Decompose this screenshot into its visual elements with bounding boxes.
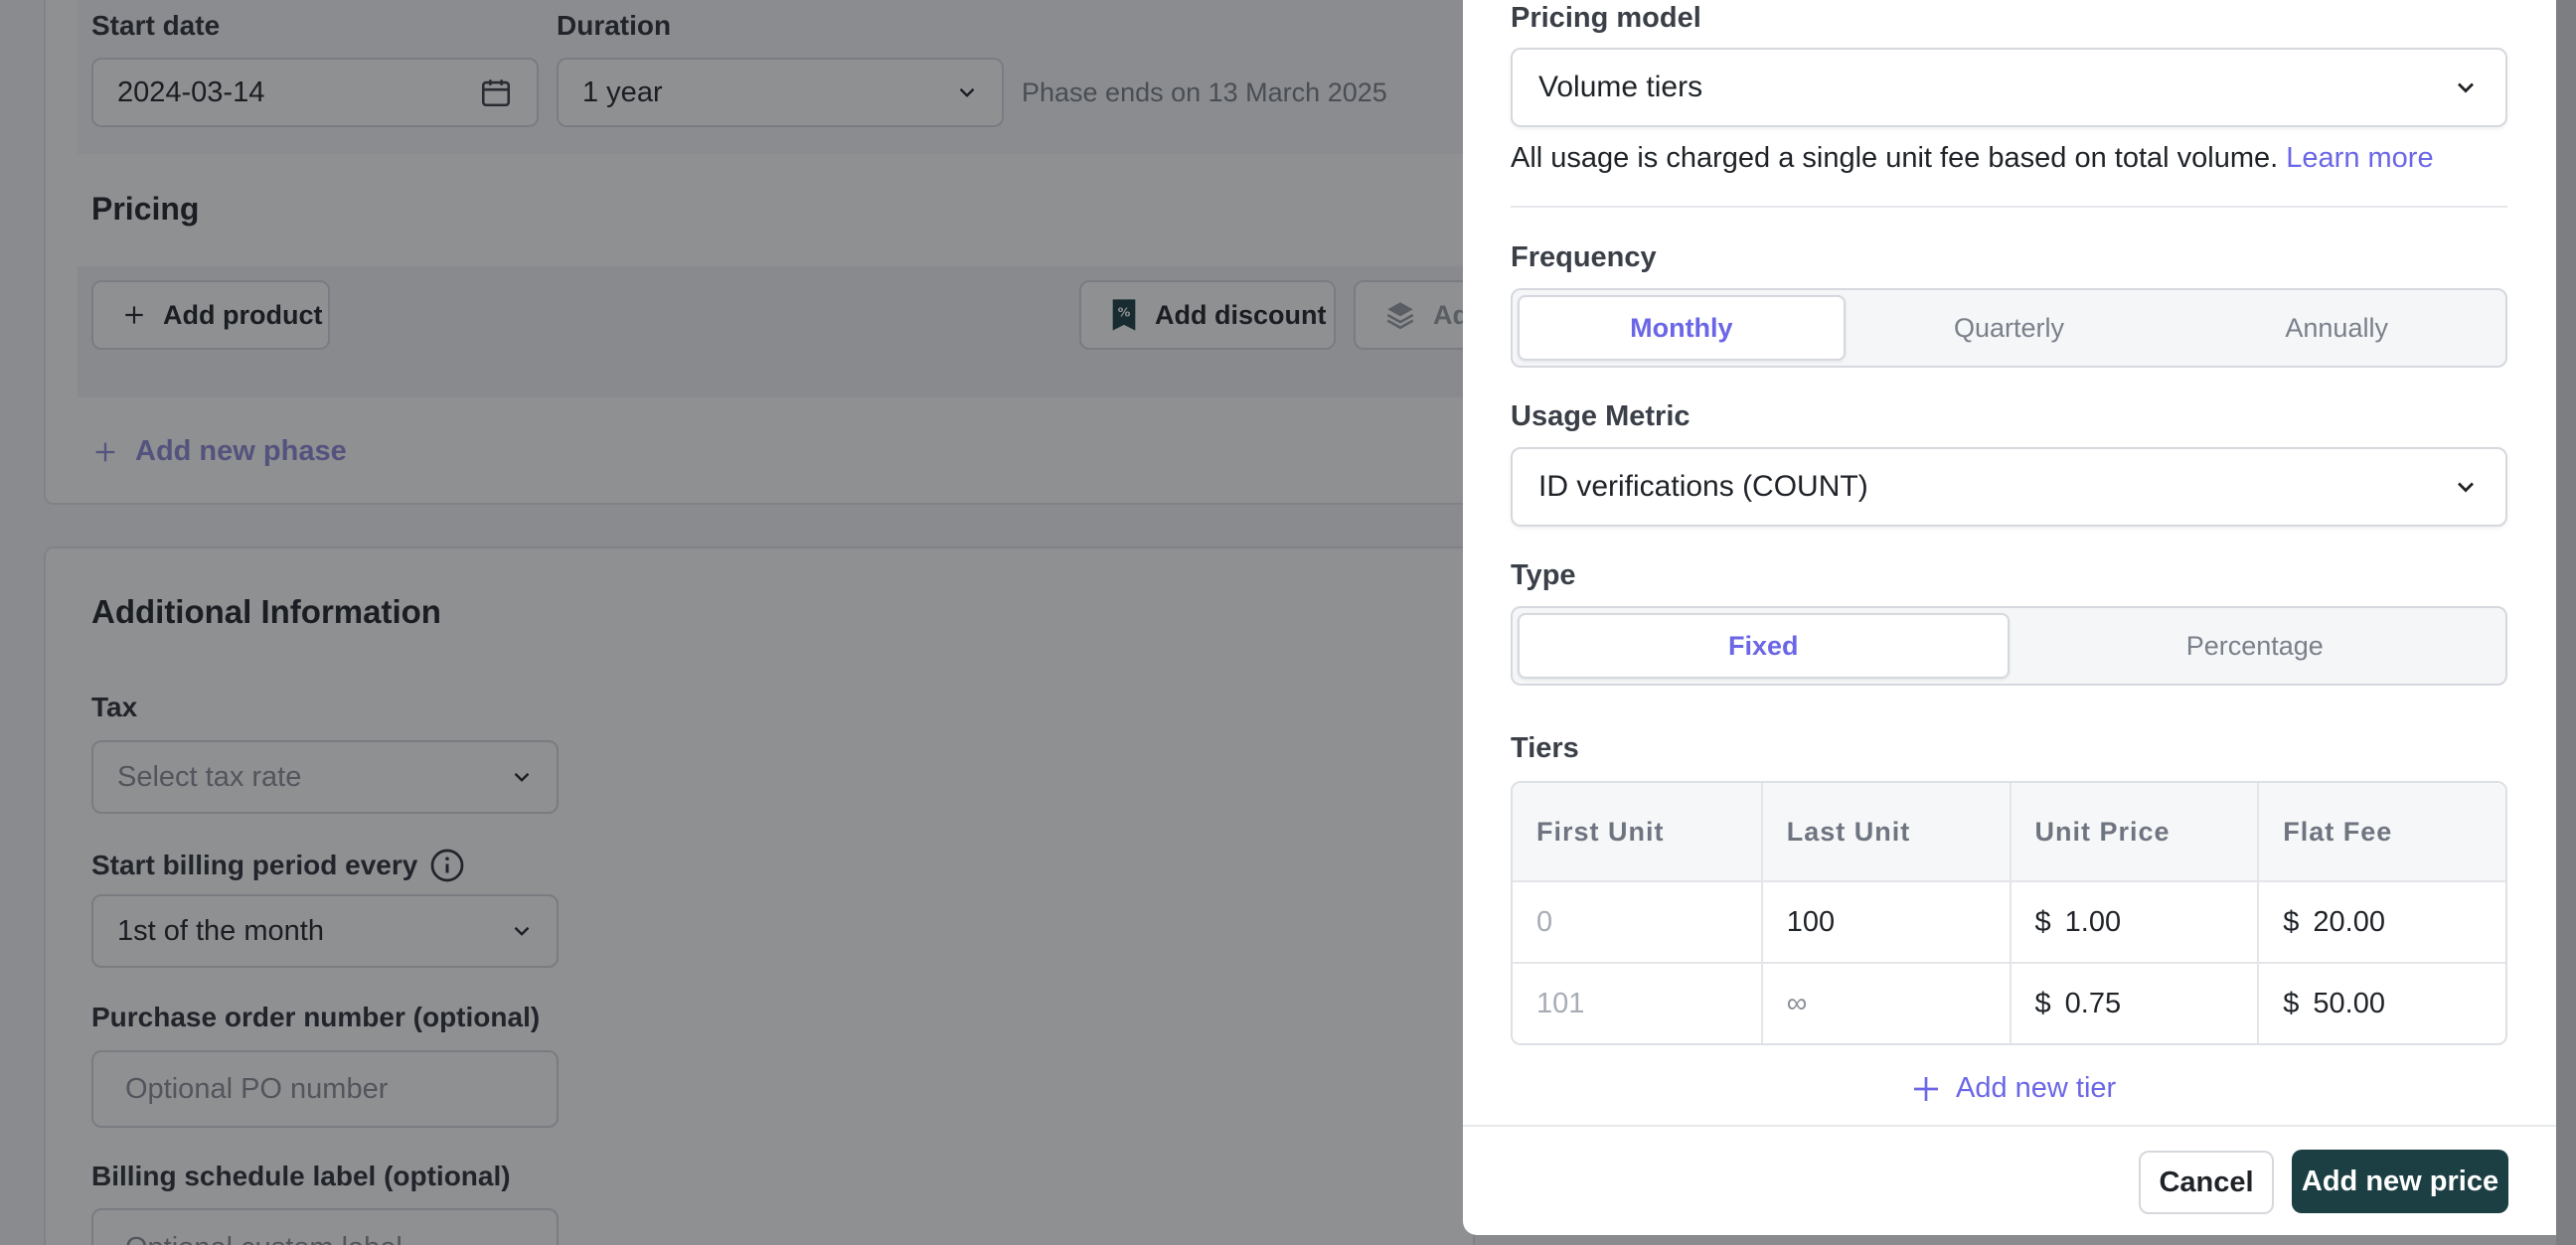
type-option-fixed[interactable]: Fixed <box>1518 613 2010 679</box>
column-header-unit-price: Unit Price <box>2009 783 2258 880</box>
pricing-model-label: Pricing model <box>1511 2 1701 34</box>
table-row: 101 ∞ $0.75 $50.00 <box>1513 962 2505 1043</box>
unit-price-value: 0.75 <box>2064 987 2122 1019</box>
page-scrollbar-track[interactable] <box>2556 0 2576 1245</box>
plus-icon <box>1914 1076 1938 1101</box>
frequency-label: Frequency <box>1511 241 1657 273</box>
currency-symbol: $ <box>2034 987 2051 1019</box>
frequency-option-quarterly[interactable]: Quarterly <box>1846 295 2174 361</box>
flat-fee-input[interactable]: $50.00 <box>2257 964 2505 1043</box>
currency-symbol: $ <box>2034 905 2051 938</box>
pricing-model-value: Volume tiers <box>1538 71 1703 103</box>
unit-price-input[interactable]: $1.00 <box>2009 882 2258 962</box>
usage-metric-select[interactable]: ID verifications (COUNT) <box>1511 447 2507 527</box>
pricing-model-hint-text: All usage is charged a single unit fee b… <box>1511 142 2279 174</box>
tiers-table: First Unit Last Unit Unit Price Flat Fee… <box>1511 781 2507 1045</box>
frequency-option-monthly[interactable]: Monthly <box>1518 295 1846 361</box>
flat-fee-value: 20.00 <box>2313 905 2385 938</box>
flat-fee-input[interactable]: $20.00 <box>2257 882 2505 962</box>
table-row: 0 100 $1.00 $20.00 <box>1513 880 2505 962</box>
type-option-percentage[interactable]: Percentage <box>2010 613 2501 679</box>
pricing-model-hint: All usage is charged a single unit fee b… <box>1511 142 2434 175</box>
pricing-model-select[interactable]: Volume tiers <box>1511 48 2507 127</box>
unit-price-input[interactable]: $0.75 <box>2009 964 2258 1043</box>
unit-price-value: 1.00 <box>2064 905 2122 938</box>
frequency-option-annually[interactable]: Annually <box>2173 295 2500 361</box>
footer-divider <box>1463 1125 2556 1127</box>
frequency-segmented-control: Monthly Quarterly Annually <box>1511 288 2507 368</box>
flat-fee-value: 50.00 <box>2313 987 2385 1019</box>
usage-metric-value: ID verifications (COUNT) <box>1538 470 1868 503</box>
add-new-price-button[interactable]: Add new price <box>2292 1150 2508 1213</box>
add-new-tier-button[interactable]: Add new tier <box>1910 1072 2116 1105</box>
column-header-first-unit: First Unit <box>1536 816 1665 847</box>
type-label: Type <box>1511 559 1576 591</box>
chevron-down-icon <box>2458 482 2474 493</box>
last-unit-input[interactable]: ∞ <box>1760 964 2010 1043</box>
tiers-label: Tiers <box>1511 732 1579 764</box>
currency-symbol: $ <box>2283 987 2300 1019</box>
first-unit-cell: 101 <box>1536 987 1585 1019</box>
currency-symbol: $ <box>2283 905 2300 938</box>
table-header-row: First Unit Last Unit Unit Price Flat Fee <box>1513 783 2505 880</box>
first-unit-cell: 0 <box>1536 905 1553 938</box>
usage-metric-label: Usage Metric <box>1511 400 1690 432</box>
learn-more-link[interactable]: Learn more <box>2286 142 2433 174</box>
chevron-down-icon <box>2458 82 2474 93</box>
divider <box>1511 206 2507 208</box>
column-header-last-unit: Last Unit <box>1760 783 2010 880</box>
last-unit-input[interactable]: 100 <box>1760 882 2010 962</box>
add-new-tier-label: Add new tier <box>1956 1072 2117 1104</box>
cancel-button[interactable]: Cancel <box>2139 1151 2274 1214</box>
type-segmented-control: Fixed Percentage <box>1511 606 2507 686</box>
column-header-flat-fee: Flat Fee <box>2257 783 2505 880</box>
